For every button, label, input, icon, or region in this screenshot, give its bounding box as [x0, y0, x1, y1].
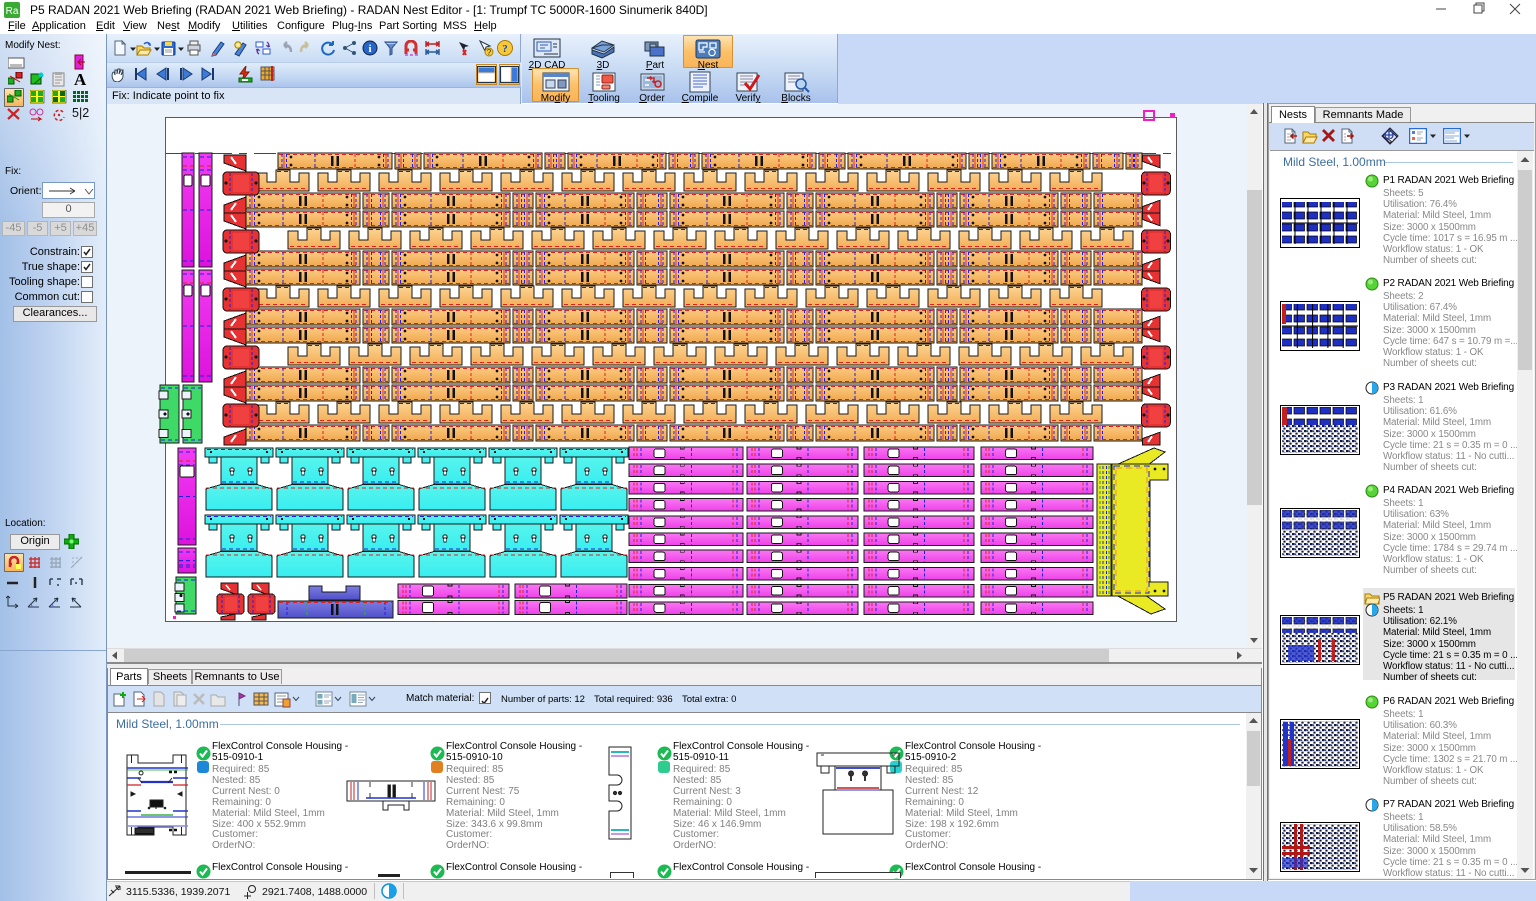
svg-text:Ra: Ra: [6, 6, 19, 17]
svg-text:?: ?: [502, 43, 508, 55]
svg-text:i: i: [368, 43, 371, 55]
svg-text:?: ?: [487, 48, 492, 57]
